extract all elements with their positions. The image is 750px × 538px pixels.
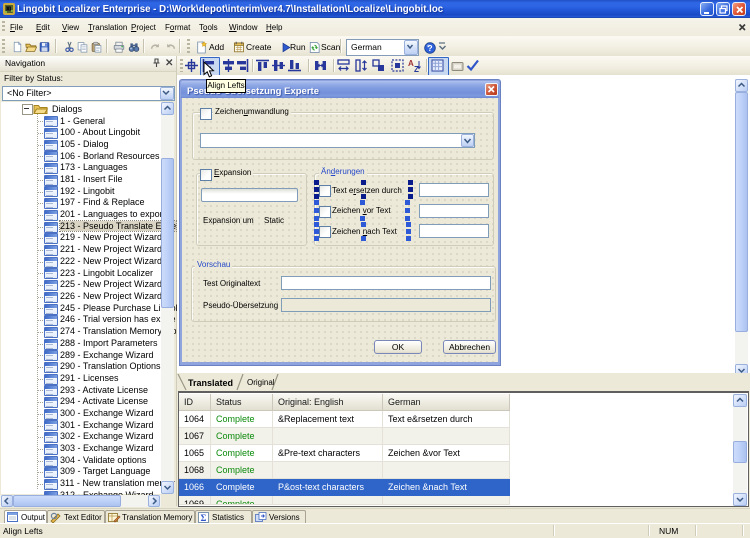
svg-text:Σ: Σ bbox=[201, 513, 207, 523]
svg-text:Z: Z bbox=[414, 65, 419, 73]
svg-text:?: ? bbox=[427, 43, 432, 53]
